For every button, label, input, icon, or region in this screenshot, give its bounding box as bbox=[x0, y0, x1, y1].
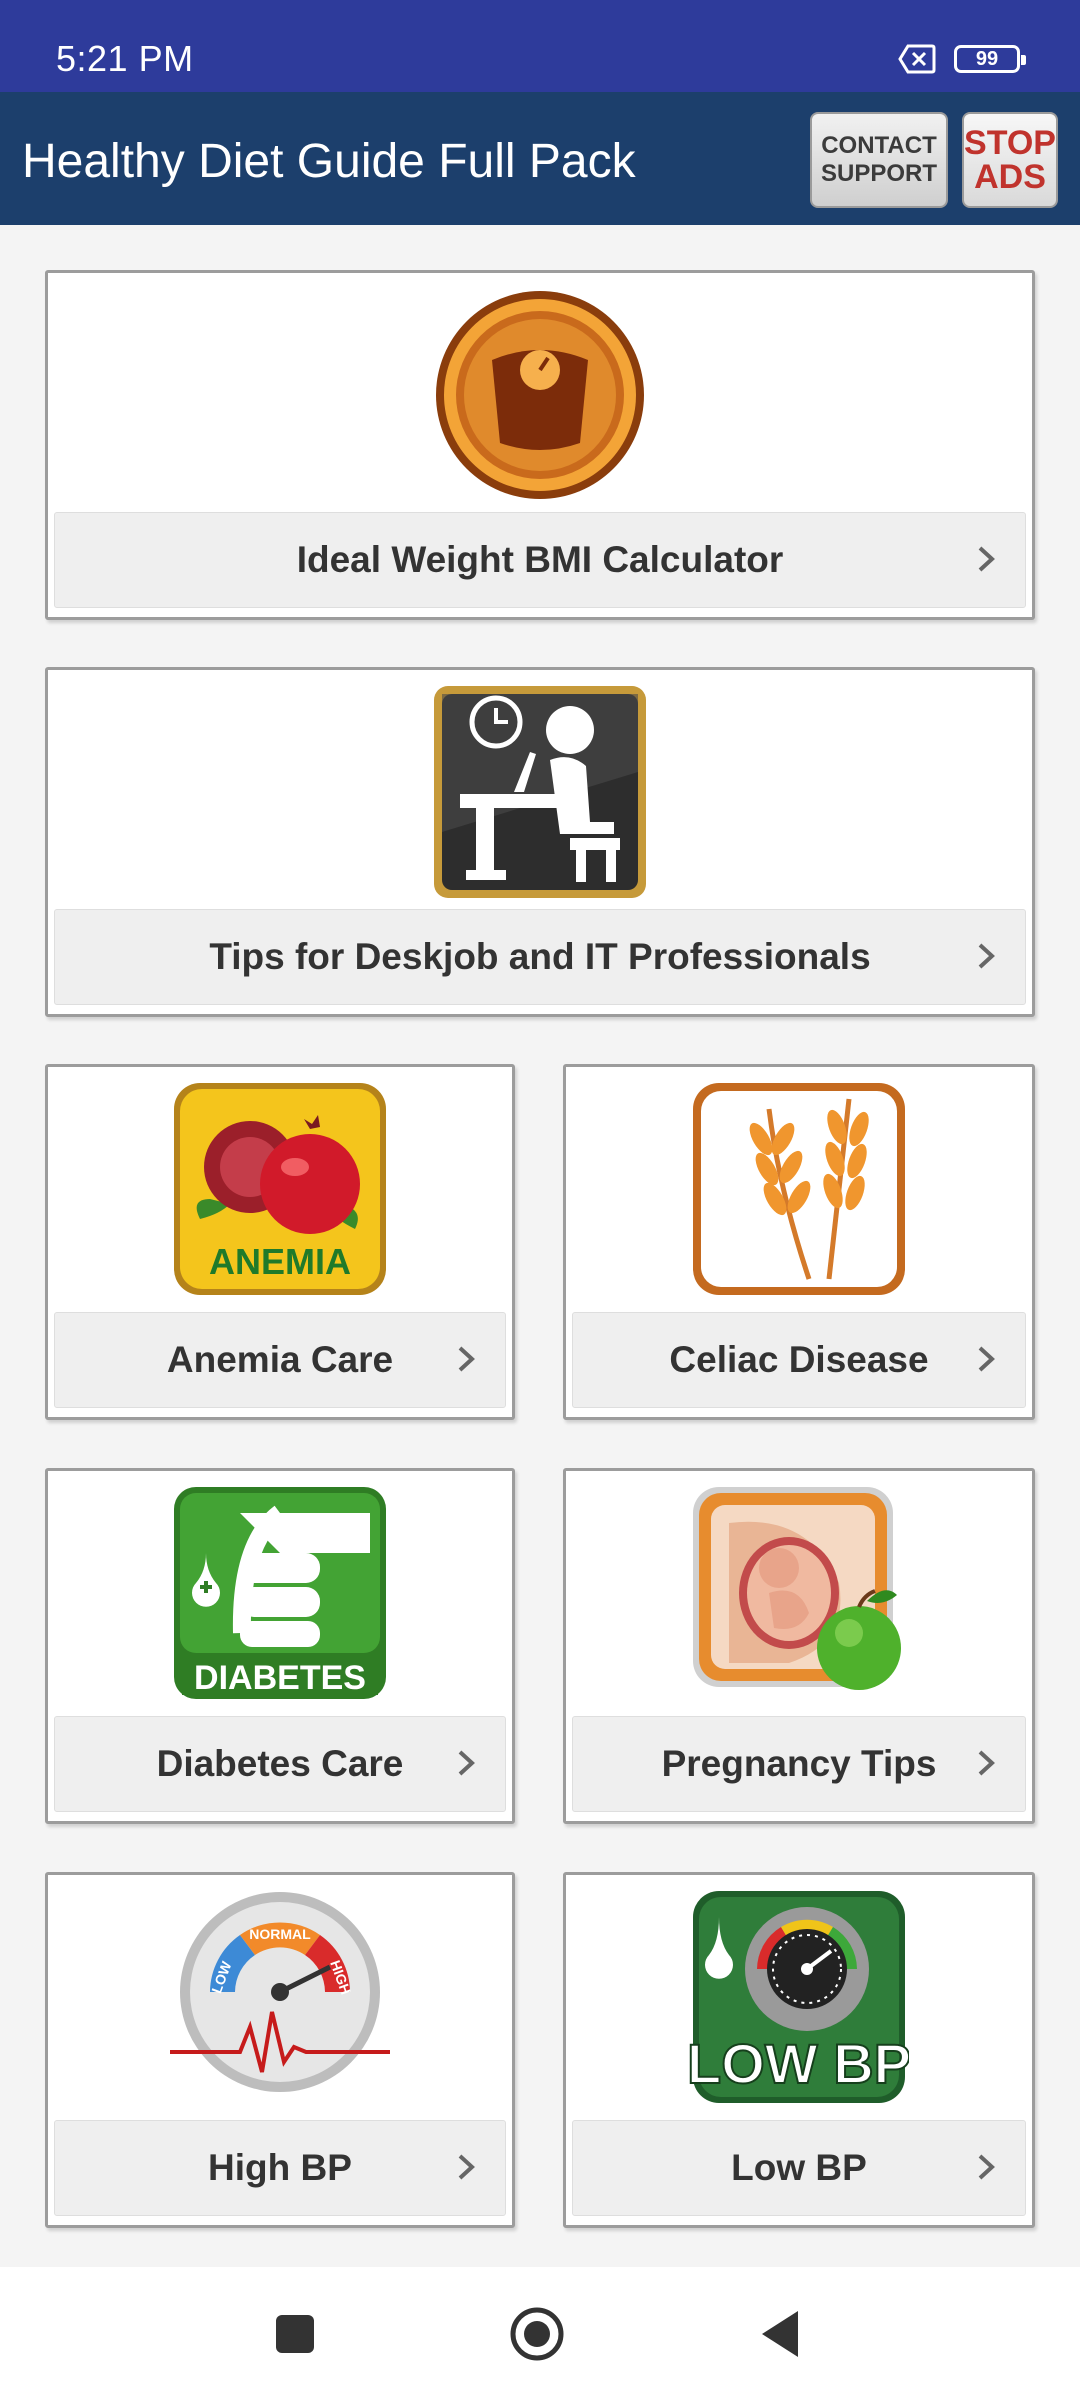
status-time: 5:21 PM bbox=[56, 38, 194, 79]
chevron-right-icon bbox=[458, 1750, 475, 1776]
card-label-bar: Tips for Deskjob and IT Professionals bbox=[54, 909, 1026, 1005]
gauge-label-normal: NORMAL bbox=[249, 1926, 311, 1942]
wheat-icon bbox=[693, 1083, 905, 1295]
battery-level: 99 bbox=[975, 47, 999, 70]
stop-label-line1: STOP bbox=[964, 124, 1056, 162]
card-label-bar: Ideal Weight BMI Calculator bbox=[54, 512, 1026, 608]
chevron-right-icon bbox=[458, 1346, 475, 1372]
chevron-right-icon bbox=[978, 546, 995, 572]
card-label: Diabetes Care bbox=[156, 1743, 404, 1784]
low-bp-gauge-icon: LOW BP bbox=[689, 1891, 909, 2103]
card-label: Celiac Disease bbox=[669, 1339, 929, 1380]
home-button[interactable] bbox=[510, 2307, 564, 2361]
high-bp-gauge-icon: NORMAL LOW HIGH bbox=[170, 1892, 390, 2092]
recents-button[interactable] bbox=[268, 2307, 322, 2361]
diabetes-badge-text: DIABETES bbox=[194, 1659, 366, 1697]
diabetes-hand-icon: DIABETES bbox=[174, 1487, 386, 1699]
card-celiac-disease[interactable]: Celiac Disease bbox=[563, 1064, 1035, 1420]
stop-label-line2: ADS bbox=[974, 158, 1046, 196]
card-anemia-care[interactable]: ANEMIA Anemia Care bbox=[45, 1064, 515, 1420]
card-label-bar: Diabetes Care bbox=[54, 1716, 506, 1812]
status-icons: 99 bbox=[898, 44, 1026, 74]
card-bmi-calculator[interactable]: Ideal Weight BMI Calculator bbox=[45, 270, 1035, 620]
card-diabetes-care[interactable]: DIABETES Diabetes Care bbox=[45, 1468, 515, 1824]
battery-icon: 99 bbox=[954, 45, 1026, 73]
chevron-right-icon bbox=[978, 943, 995, 969]
card-low-bp[interactable]: LOW BP Low BP bbox=[563, 1872, 1035, 2228]
chevron-right-icon bbox=[458, 2154, 475, 2180]
pregnancy-icon bbox=[693, 1487, 901, 1690]
stop-ads-button[interactable]: STOP ADS bbox=[962, 112, 1058, 208]
card-label-bar: Celiac Disease bbox=[572, 1312, 1026, 1408]
card-label-bar: Anemia Care bbox=[54, 1312, 506, 1408]
chevron-right-icon bbox=[978, 1750, 995, 1776]
chevron-right-icon bbox=[978, 1346, 995, 1372]
chevron-right-icon bbox=[978, 2154, 995, 2180]
card-pregnancy-tips[interactable]: Pregnancy Tips bbox=[563, 1468, 1035, 1824]
app-title: Healthy Diet Guide Full Pack bbox=[22, 135, 636, 188]
contact-label-line2: SUPPORT bbox=[820, 160, 937, 187]
card-label: Ideal Weight BMI Calculator bbox=[296, 539, 784, 580]
low-bp-badge-text: LOW BP bbox=[689, 2032, 909, 2095]
card-label: Pregnancy Tips bbox=[661, 1743, 937, 1784]
desk-worker-icon bbox=[434, 686, 646, 898]
status-bar: 5:21 PM 99 bbox=[0, 0, 1080, 92]
anemia-pomegranate-icon: ANEMIA bbox=[174, 1083, 386, 1295]
card-label-bar: High BP bbox=[54, 2120, 506, 2216]
contact-support-button[interactable]: CONTACT SUPPORT bbox=[810, 112, 948, 208]
card-label: High BP bbox=[208, 2147, 352, 2188]
notification-icon bbox=[898, 44, 936, 74]
card-label-bar: Low BP bbox=[572, 2120, 1026, 2216]
menu-grid: Ideal Weight BMI Calculator Tips for Des… bbox=[0, 225, 1080, 2267]
back-button[interactable] bbox=[756, 2307, 810, 2361]
weight-scale-icon bbox=[436, 291, 644, 499]
card-label: Anemia Care bbox=[166, 1339, 394, 1380]
card-label-bar: Pregnancy Tips bbox=[572, 1716, 1026, 1812]
system-nav-bar bbox=[0, 2267, 1080, 2400]
anemia-badge-text: ANEMIA bbox=[209, 1241, 351, 1282]
card-deskjob-tips[interactable]: Tips for Deskjob and IT Professionals bbox=[45, 667, 1035, 1017]
contact-label-line1: CONTACT bbox=[821, 132, 937, 159]
card-high-bp[interactable]: NORMAL LOW HIGH High BP bbox=[45, 1872, 515, 2228]
card-label: Tips for Deskjob and IT Professionals bbox=[209, 936, 871, 977]
app-bar: Healthy Diet Guide Full Pack CONTACT SUP… bbox=[0, 92, 1080, 225]
card-label: Low BP bbox=[731, 2147, 867, 2188]
